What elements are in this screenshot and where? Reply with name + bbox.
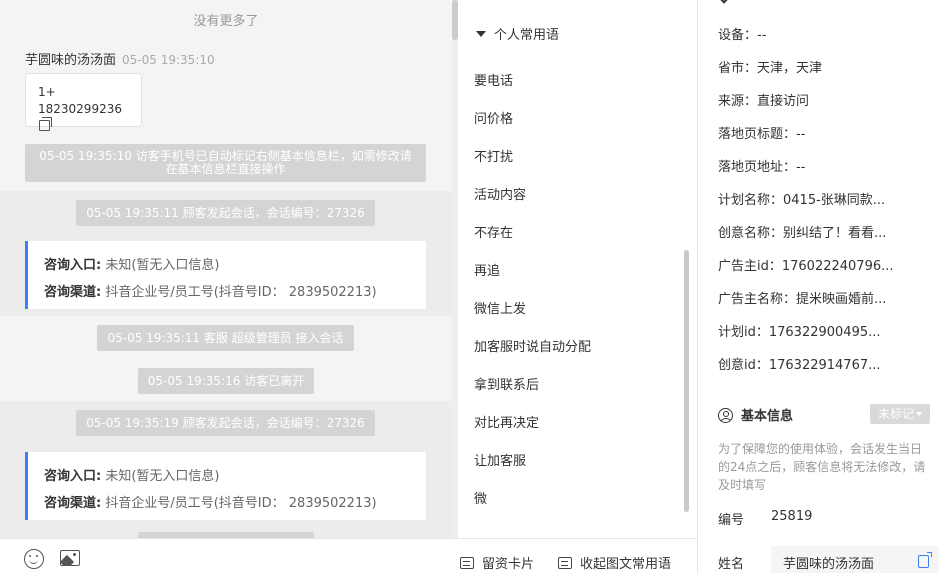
phrase-item[interactable]: 不打扰 [474, 146, 513, 165]
message-header: 芋圆味的汤汤面 05-05 19:35:10 [25, 49, 215, 68]
phrase-item[interactable]: 不存在 [474, 222, 513, 241]
entry-label: 咨询入口: [44, 258, 102, 273]
tag-dropdown[interactable]: 未标记 [870, 404, 930, 424]
entry-card: 咨询入口: 未知(暂无入口信息) 咨询渠道: 抖音企业号/员工号(抖音号ID： … [25, 241, 426, 309]
chat-toolbar: 留资卡片 收起图文常用语 [0, 538, 697, 573]
info-source: 来源：直接访问 [718, 94, 810, 109]
customer-info-panel: 设备：-- 省市：天津，天津 来源：直接访问 落地页标题：-- 落地页地址：--… [698, 0, 942, 573]
info-region: 省市：天津，天津 [718, 61, 823, 76]
collapse-phrases-button[interactable]: 收起图文常用语 [558, 553, 671, 572]
card-icon [460, 557, 474, 569]
basic-info-label: 基本信息 [741, 409, 794, 424]
image-icon[interactable] [60, 550, 80, 566]
no-more-text: 没有更多了 [193, 14, 259, 29]
event-session-start: 05-05 19:35:19 顾客发起会话，会话编号：27326 [76, 410, 375, 436]
info-plan-id: 计划id：176322900495... [718, 325, 881, 340]
phrases-group-toggle[interactable]: 个人常用语 [476, 24, 568, 43]
phrases-group-title: 个人常用语 [494, 28, 560, 43]
event-agent-joined: 05-05 19:35:11 客服 超级管理员 接入会话 [97, 325, 354, 351]
info-landing-title: 落地页标题：-- [718, 127, 806, 142]
number-value: 25819 [771, 509, 813, 524]
phrase-item[interactable]: 要电话 [474, 70, 513, 89]
channel-label: 咨询渠道: [44, 285, 102, 300]
sender-name: 芋圆味的汤汤面 [25, 53, 117, 68]
channel-value: 抖音企业号/员工号(抖音号ID： 2839502213) [105, 496, 377, 511]
tag-label: 未标记 [877, 407, 914, 421]
event-visitor-left: 05-05 19:35:16 访客已离开 [138, 368, 314, 394]
channel-value: 抖音企业号/员工号(抖音号ID： 2839502213) [105, 285, 377, 300]
entry-value: 未知(暂无入口信息) [105, 469, 220, 484]
phrase-item[interactable]: 再追 [474, 260, 500, 279]
phone-number: 18230299236 [38, 102, 122, 116]
message-time: 05-05 19:35:10 [122, 53, 215, 67]
caret-down-icon [476, 31, 486, 37]
phrase-item[interactable]: 活动内容 [474, 184, 526, 203]
phrase-item[interactable]: 让加客服 [474, 450, 526, 469]
name-label: 姓名 [718, 557, 745, 572]
entry-label: 咨询入口: [44, 469, 102, 484]
chevron-down-icon[interactable] [718, 0, 730, 4]
user-icon [718, 408, 733, 423]
info-advertiser-name: 广告主名称：提米映画婚前... [718, 292, 887, 307]
info-creative-name: 创意名称：别纠结了！看看... [718, 226, 887, 241]
system-notice: 05-05 19:35:10 访客手机号已自动标记右侧基本信息栏，如需修改请在基… [25, 144, 426, 182]
info-advertiser-id: 广告主id：176022240796... [718, 259, 894, 274]
quick-phrases-panel: 个人常用语 要电话 问价格 不打扰 活动内容 不存在 再追 微信上发 加客服时说… [458, 0, 696, 538]
info-device: 设备：-- [718, 28, 767, 43]
entry-value: 未知(暂无入口信息) [105, 258, 220, 273]
edit-notice: 为了保障您的使用体验，会话发生当日的24点之后，顾客信息将无法修改，请及时填写 [718, 442, 926, 492]
phrase-item[interactable]: 加客服时说自动分配 [474, 336, 591, 355]
copy-icon[interactable] [39, 117, 52, 131]
name-value: 芋圆味的汤汤面 [783, 557, 875, 572]
number-label: 编号 [718, 513, 745, 528]
info-landing-url: 落地页地址：-- [718, 160, 806, 175]
collapse-phrases-label: 收起图文常用语 [580, 557, 672, 572]
name-field[interactable]: 芋圆味的汤汤面 [771, 546, 939, 573]
emoji-icon[interactable] [24, 549, 44, 569]
entry-card: 咨询入口: 未知(暂无入口信息) 咨询渠道: 抖音企业号/员工号(抖音号ID： … [25, 452, 426, 520]
channel-label: 咨询渠道: [44, 496, 102, 511]
phrase-item[interactable]: 拿到联系后 [474, 374, 539, 393]
info-plan-name: 计划名称：0415-张琳同款... [718, 193, 886, 208]
phrase-item[interactable]: 微信上发 [474, 298, 526, 317]
event-session-start: 05-05 19:35:11 顾客发起会话，会话编号：27326 [76, 200, 375, 226]
lead-card-button[interactable]: 留资卡片 [460, 553, 534, 572]
edit-icon[interactable] [918, 552, 932, 568]
basic-info-title: 基本信息 [718, 405, 793, 424]
phrases-scrollbar[interactable] [684, 250, 689, 512]
chat-panel[interactable]: 没有更多了 芋圆味的汤汤面 05-05 19:35:10 1+ 182302992… [0, 0, 452, 538]
caret-down-icon [916, 412, 922, 416]
phrase-item[interactable]: 问价格 [474, 108, 513, 127]
info-creative-id: 创意id：176322914767... [718, 358, 881, 373]
message-bubble[interactable]: 1+ 18230299236 [25, 73, 142, 131]
lead-card-label: 留资卡片 [482, 557, 535, 572]
phrase-item[interactable]: 对比再决定 [474, 412, 539, 431]
card-icon [558, 557, 572, 569]
message-line: 1+ [38, 85, 56, 99]
phrase-item[interactable]: 微 [474, 488, 487, 507]
